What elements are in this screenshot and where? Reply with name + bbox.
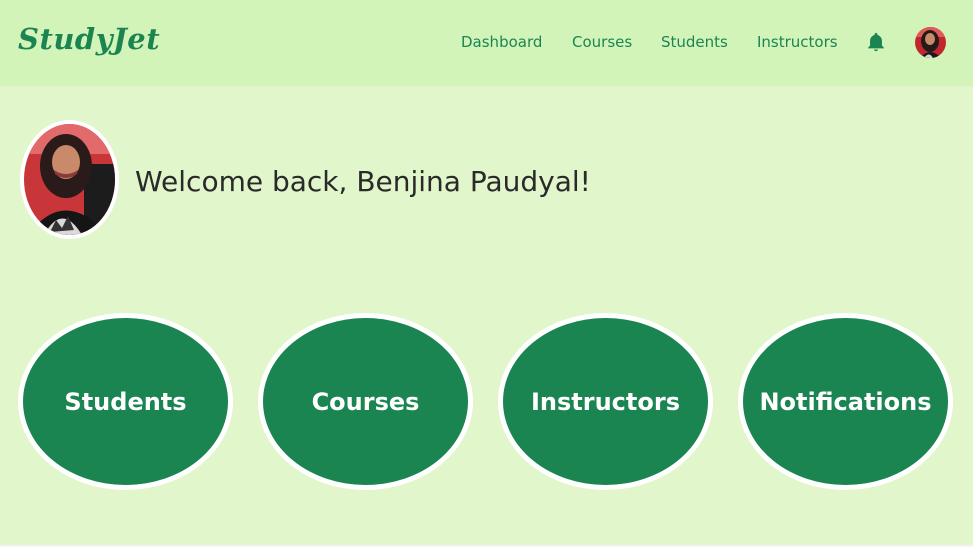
instructors-tile-label: Instructors — [530, 387, 680, 416]
courses-tile[interactable]: Courses — [258, 313, 473, 490]
brand-logo[interactable]: StudyJet — [18, 22, 160, 56]
students-tile[interactable]: Students — [18, 313, 233, 490]
nav-link-dashboard[interactable]: Dashboard — [461, 33, 542, 51]
welcome-message: Welcome back, Benjina Paudyal! — [135, 165, 591, 198]
nav-link-courses[interactable]: Courses — [572, 33, 632, 51]
students-tile-label: Students — [64, 387, 187, 416]
top-navbar: StudyJet Dashboard Courses Students Inst… — [0, 0, 973, 86]
instructors-tile[interactable]: Instructors — [498, 313, 713, 490]
notifications-tile[interactable]: Notifications — [738, 313, 953, 490]
nav-link-students[interactable]: Students — [661, 33, 728, 51]
nav-link-instructors[interactable]: Instructors — [757, 33, 838, 51]
user-avatar[interactable] — [915, 27, 946, 58]
notifications-tile-label: Notifications — [759, 387, 932, 416]
courses-tile-label: Courses — [311, 387, 420, 416]
profile-photo — [20, 120, 119, 239]
bell-icon[interactable] — [865, 31, 887, 53]
